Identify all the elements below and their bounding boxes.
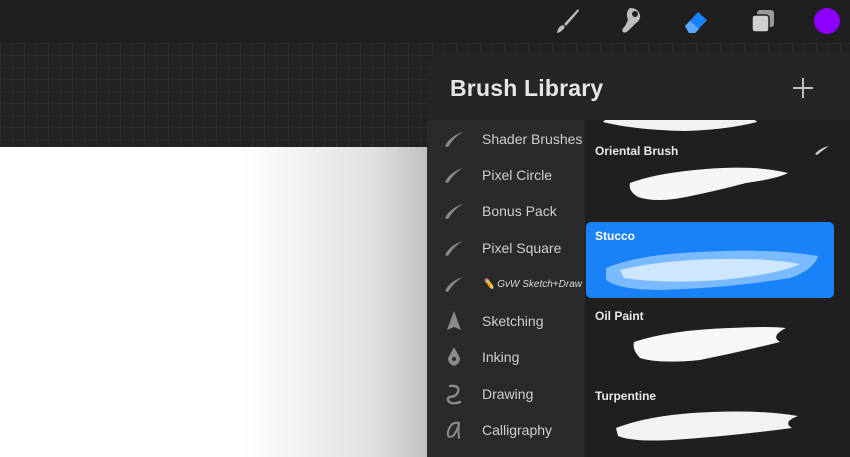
brush-list: Oriental Brush Stucco Oil Paint Turpenti… [585,120,850,457]
brush-stroke-icon [445,277,463,292]
ink-pen-icon [448,347,460,366]
category-item-shader-brushes[interactable]: Shader Brushes [427,121,585,157]
brush-stroke-preview [606,250,818,290]
layers-icon[interactable] [748,6,778,36]
category-item-drawing[interactable]: Drawing [427,376,585,412]
eraser-icon[interactable] [681,6,711,36]
brush-name: Oriental Brush [595,144,679,158]
brush-item-turpentine[interactable]: Turpentine [586,382,834,457]
pencil-tip-icon [447,311,461,330]
category-label: Inking [482,349,520,365]
paintbrush-icon[interactable] [552,6,582,36]
calligraphy-a-icon [446,421,460,439]
brush-stroke-icon [445,241,463,256]
category-label: Sketching [482,313,544,329]
smudge-icon[interactable] [616,6,646,36]
category-label: Bonus Pack [482,203,557,219]
category-label: Shader Brushes [482,131,583,147]
category-item-gvw-sketch-draw[interactable]: ✏️ GvW Sketch+Draw [427,266,585,302]
brush-library-panel: Brush Library Shader Brushes Pixel Circl… [427,54,850,457]
category-label: Calligraphy [482,422,553,438]
category-label: ✏️ GvW Sketch+Draw [482,279,582,290]
category-label: Pixel Square [482,240,562,256]
brush-item-oil-paint[interactable]: Oil Paint [586,302,834,378]
category-item-inking[interactable]: Inking [427,339,585,375]
category-item-pixel-square[interactable]: Pixel Square [427,230,585,266]
squiggle-icon [446,384,462,405]
brush-stroke-preview [629,167,788,200]
brush-stroke-preview [633,327,786,362]
top-toolbar [0,0,850,43]
category-item-pixel-circle[interactable]: Pixel Circle [427,157,585,193]
category-item-bonus-pack[interactable]: Bonus Pack [427,193,585,229]
canvas-shadow [0,147,440,457]
panel-title: Brush Library [450,75,604,101]
category-label: Drawing [482,386,534,402]
category-label: Pixel Circle [482,167,553,183]
brush-stroke-icon [445,168,463,183]
category-item-sketching[interactable]: Sketching [427,303,585,339]
brush-stroke-icon [445,132,463,147]
brush-stroke-icon [815,146,829,155]
category-item-calligraphy[interactable]: Calligraphy [427,412,585,448]
category-list: Shader Brushes Pixel Circle Bonus Pack P… [427,120,585,457]
brush-stroke-preview [616,411,798,441]
brush-item-stucco[interactable]: Stucco [586,222,834,298]
color-picker-button[interactable] [814,8,840,34]
add-brush-button[interactable] [791,76,815,100]
brush-stroke-preview [603,120,757,131]
brush-item-oriental-brush[interactable]: Oriental Brush [586,137,834,213]
brush-stroke-icon [445,204,463,219]
